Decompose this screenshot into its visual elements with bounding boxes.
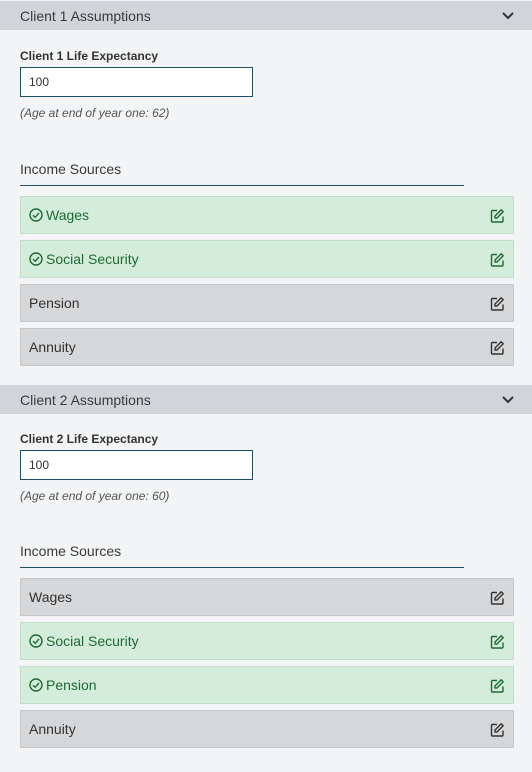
- client2-income-sources-title: Income Sources: [20, 543, 464, 568]
- chevron-down-icon[interactable]: [501, 9, 515, 23]
- assumptions-panel: Client 1 Assumptions Client 1 Life Expec…: [0, 1, 532, 748]
- income-source-social-security[interactable]: Social Security: [20, 622, 514, 660]
- edit-icon[interactable]: [489, 678, 505, 694]
- check-circle-icon: [29, 208, 43, 222]
- income-source-wages[interactable]: Wages: [20, 196, 514, 234]
- income-source-pension[interactable]: Pension: [20, 666, 514, 704]
- client1-assumptions-header[interactable]: Client 1 Assumptions: [0, 1, 532, 30]
- income-source-label: Annuity: [29, 339, 76, 355]
- income-source-wages[interactable]: Wages: [20, 578, 514, 616]
- income-source-annuity[interactable]: Annuity: [20, 710, 514, 748]
- income-source-label: Social Security: [46, 633, 139, 649]
- edit-icon[interactable]: [489, 722, 505, 738]
- client2-assumptions-title: Client 2 Assumptions: [20, 391, 151, 408]
- income-source-label: Annuity: [29, 721, 76, 737]
- check-circle-icon: [29, 252, 43, 266]
- edit-icon[interactable]: [489, 252, 505, 268]
- income-source-label: Social Security: [46, 251, 139, 267]
- client2-income-sources-list: Wages Social Security Pension Annuity: [20, 578, 514, 748]
- income-source-label: Wages: [29, 589, 73, 605]
- income-source-social-security[interactable]: Social Security: [20, 240, 514, 278]
- check-circle-icon: [29, 678, 43, 692]
- client2-assumptions-header[interactable]: Client 2 Assumptions: [0, 385, 532, 414]
- client2-assumptions-body: Client 2 Life Expectancy (Age at end of …: [0, 432, 532, 748]
- income-source-annuity[interactable]: Annuity: [20, 328, 514, 366]
- edit-icon[interactable]: [489, 296, 505, 312]
- income-source-label: Pension: [29, 295, 80, 311]
- client2-life-expectancy-label: Client 2 Life Expectancy: [20, 432, 159, 446]
- income-source-label: Pension: [46, 677, 97, 693]
- client1-income-sources-title: Income Sources: [20, 161, 464, 186]
- check-circle-icon: [29, 634, 43, 648]
- client2-life-expectancy-input[interactable]: [20, 450, 253, 480]
- client1-age-hint: (Age at end of year one: 62): [20, 106, 170, 120]
- income-source-label: Wages: [46, 207, 90, 223]
- client1-life-expectancy-input[interactable]: [20, 67, 253, 97]
- client1-assumptions-title: Client 1 Assumptions: [20, 7, 151, 24]
- edit-icon[interactable]: [489, 208, 505, 224]
- edit-icon[interactable]: [489, 634, 505, 650]
- client1-assumptions-body: Client 1 Life Expectancy (Age at end of …: [0, 49, 532, 366]
- client1-income-sources-list: Wages Social Security Pension Annuity: [20, 196, 514, 366]
- chevron-down-icon[interactable]: [501, 393, 515, 407]
- edit-icon[interactable]: [489, 340, 505, 356]
- edit-icon[interactable]: [489, 590, 505, 606]
- income-source-pension[interactable]: Pension: [20, 284, 514, 322]
- client1-life-expectancy-label: Client 1 Life Expectancy: [20, 49, 159, 63]
- client2-age-hint: (Age at end of year one: 60): [20, 489, 170, 503]
